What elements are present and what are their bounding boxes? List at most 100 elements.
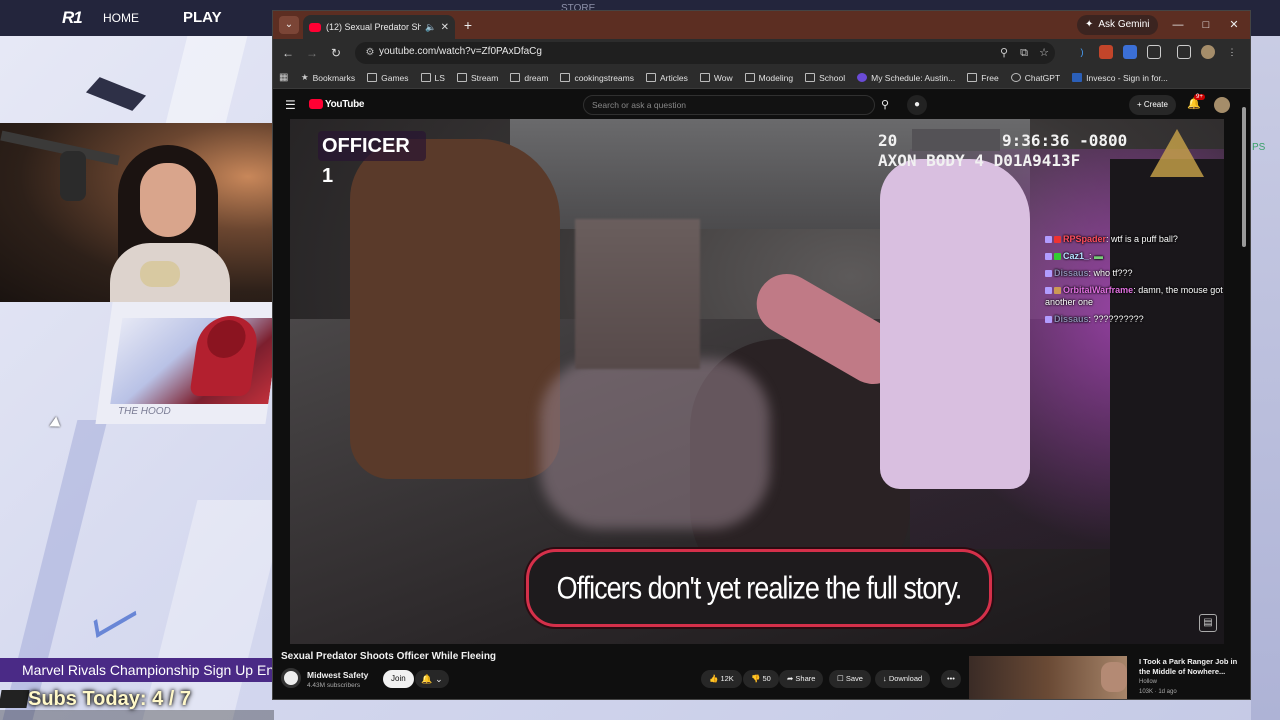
account-avatar[interactable]	[1214, 97, 1230, 113]
like-button[interactable]: 👍 12K	[701, 670, 742, 688]
reload-icon[interactable]: ↻	[327, 44, 345, 62]
dislike-button[interactable]: 👎 50	[743, 670, 779, 688]
forward-arrow-icon[interactable]: →	[303, 44, 321, 62]
maximize-icon[interactable]: □	[1195, 15, 1217, 35]
gemini-sparkle-icon: ✦	[1085, 19, 1094, 30]
chat-username: Caz1_	[1063, 251, 1090, 261]
zoom-icon[interactable]: ⚲	[997, 46, 1011, 60]
extension-red-icon[interactable]	[1099, 45, 1113, 59]
bookmark-folder[interactable]: Articles	[645, 73, 688, 83]
cast-icon[interactable]: ⧉	[1017, 46, 1031, 60]
chat-username: OrbitalWarframe	[1063, 285, 1134, 295]
chat-message: Dissaus: ??????????	[1045, 313, 1224, 325]
video-figure	[1110, 159, 1224, 644]
folder-icon	[645, 73, 656, 82]
create-button[interactable]: + Create	[1129, 95, 1176, 115]
bookmark-item[interactable]: ★ Bookmarks	[301, 72, 355, 83]
championship-banner[interactable]: Marvel Rivals Championship Sign Up Ena	[0, 658, 274, 682]
extension-blue-icon[interactable]	[1123, 45, 1137, 59]
bookmark-star-icon[interactable]: ☆	[1037, 46, 1051, 60]
bookmark-folder[interactable]: Games	[367, 73, 409, 83]
tab-youtube[interactable]: (12) Sexual Predator Shoots Officer Whil…	[303, 15, 455, 39]
bookmark-folder[interactable]: LS	[420, 73, 445, 83]
bookmark-item[interactable]: ChatGPT	[1010, 73, 1060, 83]
audio-extension-icon[interactable]: )	[1075, 45, 1089, 59]
download-button[interactable]: ↓ Download	[875, 670, 931, 688]
save-button[interactable]: ☐ Save	[829, 670, 871, 688]
bookmark-folder[interactable]: Stream	[456, 73, 498, 83]
youtube-logo-icon[interactable]	[309, 99, 323, 109]
folder-icon	[456, 73, 467, 82]
subscribe-bell-icon[interactable]: 🔔 ⌄	[415, 670, 449, 688]
chat-badge-icon	[1045, 270, 1052, 278]
join-button[interactable]: Join	[383, 670, 414, 688]
youtube-search-input[interactable]: Search or ask a question	[583, 95, 875, 115]
folder-icon	[367, 73, 378, 82]
ticker-strip	[0, 710, 274, 720]
close-icon[interactable]: ✕	[441, 22, 449, 33]
chat-message: RPSpader: wtf is a puff ball?	[1045, 233, 1224, 245]
video-player[interactable]: OFFICER 1 20 9:36:36 -0800 AXON BODY 4 D…	[290, 119, 1224, 644]
youtube-favicon-icon	[309, 22, 321, 32]
chat-message: Dissaus: who tf???	[1045, 267, 1224, 279]
more-menu-icon[interactable]: ⋮	[1225, 45, 1239, 59]
invesco-icon	[1072, 73, 1083, 82]
bookmark-folder[interactable]: cookingstreams	[560, 73, 634, 83]
bookmark-folder[interactable]: dream	[510, 73, 548, 83]
more-actions-button[interactable]: •••	[941, 670, 961, 688]
apps-grid-icon[interactable]: ▦	[279, 72, 289, 83]
save-icon: ☐	[837, 674, 844, 683]
share-button[interactable]: ➦ Share	[779, 670, 824, 688]
bookmark-item[interactable]: My Schedule: Austin...	[857, 73, 955, 83]
reading-list-icon[interactable]	[1177, 45, 1191, 59]
bookmark-folder[interactable]: Free	[967, 73, 999, 83]
channel-avatar[interactable]	[281, 668, 301, 688]
game-nav-play[interactable]: PLAY	[183, 9, 222, 26]
tab-search-button[interactable]: ⌄	[279, 16, 299, 34]
page-scrollbar[interactable]	[1240, 103, 1248, 693]
video-figure	[350, 139, 560, 479]
chat-badge-icon	[1045, 316, 1052, 324]
channel-watermark-icon[interactable]: ▤	[1199, 614, 1217, 632]
voice-search-icon[interactable]: ●	[907, 95, 927, 115]
bookmark-folder[interactable]: School	[805, 73, 845, 83]
back-arrow-icon[interactable]: ←	[279, 44, 297, 62]
extensions-puzzle-icon[interactable]	[1147, 45, 1161, 59]
streamer-face	[140, 163, 196, 237]
window-close-icon[interactable]: ✕	[1223, 15, 1245, 35]
profile-avatar[interactable]	[1201, 45, 1215, 59]
bodycam-date: 20	[878, 131, 898, 150]
recommended-title[interactable]: I Took a Park Ranger Job in the Middle o…	[1139, 657, 1239, 677]
bookmark-folder[interactable]: Modeling	[744, 73, 793, 83]
bookmark-item[interactable]: Invesco - Sign in for...	[1072, 73, 1168, 83]
recommended-channel[interactable]: Hollow	[1139, 679, 1157, 685]
stream-chat-overlay: RPSpader: wtf is a puff ball? Caz1_: ▬ D…	[1045, 233, 1224, 330]
channel-name[interactable]: Midwest Safety	[307, 670, 368, 680]
hamburger-menu-icon[interactable]: ☰	[285, 98, 296, 112]
banner-text: Marvel Rivals Championship Sign Up Ena	[22, 662, 274, 678]
microphone-icon	[60, 151, 86, 201]
speaker-icon[interactable]: 🔈	[425, 22, 436, 33]
scrollbar-thumb[interactable]	[1242, 107, 1246, 247]
site-info-icon[interactable]: ⚙	[363, 46, 377, 60]
download-icon: ↓	[883, 674, 887, 683]
new-tab-button[interactable]: +	[459, 16, 477, 34]
ask-gemini-button[interactable]: ✦ Ask Gemini	[1077, 15, 1158, 35]
url-text[interactable]: youtube.com/watch?v=Zf0PAxDfaCg	[379, 46, 542, 57]
bookmark-folder[interactable]: Wow	[699, 73, 733, 83]
notification-count-badge: 9+	[1194, 94, 1205, 100]
folder-icon	[744, 73, 755, 82]
chat-badge-icon	[1054, 287, 1061, 295]
game-nav-home[interactable]: HOME	[103, 11, 139, 25]
tab-title: (12) Sexual Predator Shoots Officer Whil…	[326, 22, 421, 32]
minimize-icon[interactable]: —	[1167, 15, 1189, 35]
address-bar[interactable]: ⚙ youtube.com/watch?v=Zf0PAxDfaCg ⚲ ⧉ ☆	[355, 42, 1055, 64]
youtube-brand[interactable]: YouTube	[325, 99, 365, 110]
browser-window: ⌄ (12) Sexual Predator Shoots Officer Wh…	[272, 10, 1251, 700]
recommended-thumbnail[interactable]	[969, 656, 1127, 699]
tab-bar: ⌄ (12) Sexual Predator Shoots Officer Wh…	[273, 11, 1250, 39]
youtube-header: ☰ YouTube Search or ask a question ⚲ ● +…	[273, 91, 1250, 119]
chat-message: Caz1_: ▬	[1045, 250, 1224, 262]
browser-toolbar: ← → ↻ ⚙ youtube.com/watch?v=Zf0PAxDfaCg …	[273, 39, 1250, 67]
search-icon[interactable]: ⚲	[875, 95, 895, 115]
